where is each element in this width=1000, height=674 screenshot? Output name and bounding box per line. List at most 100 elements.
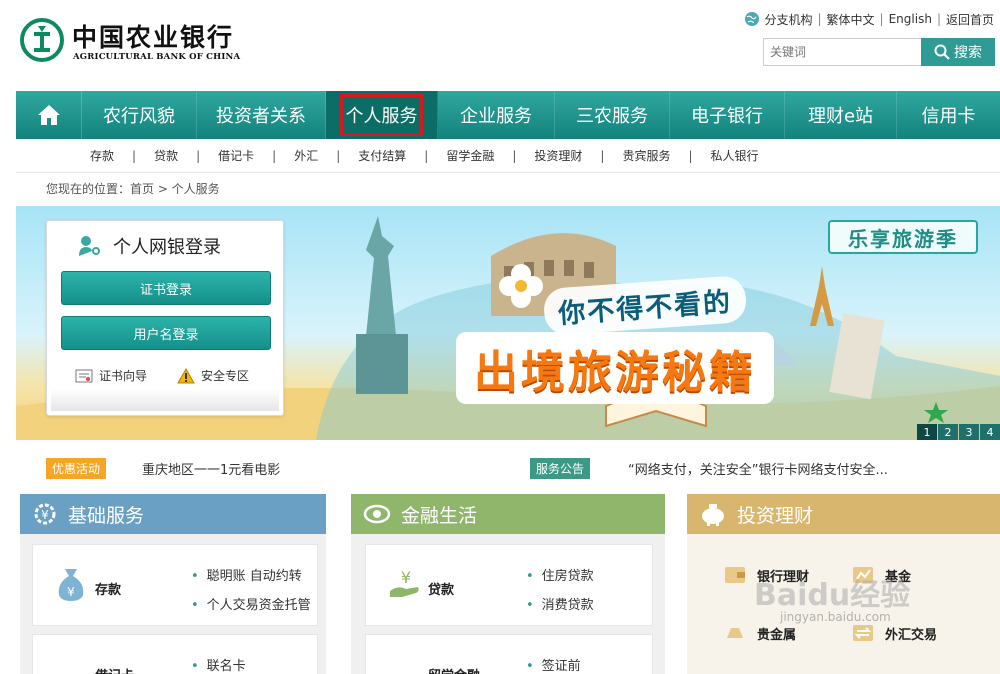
branch-link[interactable]: 分支机构 xyxy=(764,11,812,28)
divider: | xyxy=(272,148,277,163)
subnav-item-vip[interactable]: 贵宾服务 xyxy=(622,147,670,164)
notice-bar: 优惠活动 重庆地区一一1元看电影 服务公告 “网络支付，关注安全”银行卡网络支付… xyxy=(16,452,1000,482)
nav-item-ebank[interactable]: 电子银行 xyxy=(670,91,785,139)
divider: | xyxy=(132,148,137,163)
globe-icon xyxy=(745,12,760,26)
home-icon xyxy=(37,105,60,125)
divider: | xyxy=(196,148,201,163)
deposit-links: 聪明账 自动约转 个人交易资金托管 xyxy=(191,565,311,623)
debit-card-links: 联名卡 xyxy=(191,655,246,674)
nav-item-investor[interactable]: 投资者关系 xyxy=(197,91,326,139)
gold-bar-icon xyxy=(727,628,743,638)
investment-title: 投资理财 xyxy=(737,504,814,527)
divider: | xyxy=(336,148,341,163)
search-icon xyxy=(934,44,950,60)
username-login-button[interactable]: 用户名登录 xyxy=(61,316,271,350)
header: 中国农业银行 AGRICULTURAL BANK OF CHINA 分支机构 |… xyxy=(0,0,1000,90)
subnav-item-private[interactable]: 私人银行 xyxy=(711,147,759,164)
nav-label: 农行风貌 xyxy=(103,106,175,127)
fund-custody-link[interactable]: 个人交易资金托管 xyxy=(191,594,311,613)
nav-item-personal[interactable]: 个人服务 xyxy=(326,91,438,139)
logo-chinese-name: 中国农业银行 xyxy=(72,23,235,52)
loan-label[interactable]: 贷款 xyxy=(428,579,454,598)
nav-home[interactable] xyxy=(16,91,82,139)
pre-visa-link[interactable]: 签证前 xyxy=(526,655,581,674)
announcement-link[interactable]: “网络支付，关注安全”银行卡网络支付安全... xyxy=(628,459,888,478)
promotion-link[interactable]: 重庆地区一一1元看电影 xyxy=(142,459,280,478)
login-footer xyxy=(51,389,279,411)
nav-label: 企业服务 xyxy=(460,106,532,127)
search-input[interactable] xyxy=(763,38,923,66)
abc-logo[interactable]: 中国农业银行 AGRICULTURAL BANK OF CHINA xyxy=(20,16,280,66)
divider: | xyxy=(688,148,693,163)
traditional-chinese-link[interactable]: 繁体中文 xyxy=(827,11,875,28)
promotion-badge: 优惠活动 xyxy=(46,458,107,479)
basic-services-body: ¥ 存款 聪明账 自动约转 个人交易资金托管 借记卡 联名卡 xyxy=(20,534,326,674)
nav-item-about[interactable]: 农行风貌 xyxy=(82,91,197,139)
pager-dot-4[interactable]: 4 xyxy=(980,424,1000,440)
study-abroad-label[interactable]: 留学金融 xyxy=(428,665,480,674)
money-bag-icon: ¥ xyxy=(58,569,84,601)
pager-dot-1[interactable]: 1 xyxy=(917,424,937,440)
top-links: 分支机构 | 繁体中文 | English | 返回首页 xyxy=(744,10,994,28)
home-link[interactable]: 返回首页 xyxy=(946,11,994,28)
debit-card-card: 借记卡 联名卡 xyxy=(32,634,318,674)
pager-dot-2[interactable]: 2 xyxy=(938,424,958,440)
financial-life-body: ¥ 贷款 住房贷款 消费贷款 留学金融 签证前 xyxy=(351,534,665,674)
subnav-item-debit-card[interactable]: 借记卡 xyxy=(218,147,254,164)
nav-label: 理财e站 xyxy=(807,106,874,127)
svg-text:¥: ¥ xyxy=(67,585,75,599)
handshake-icon xyxy=(363,504,391,524)
exchange-icon xyxy=(853,625,873,641)
divider: | xyxy=(424,148,429,163)
subnav-item-deposit[interactable]: 存款 xyxy=(90,147,114,164)
divider: | xyxy=(936,12,941,26)
deposit-card: ¥ 存款 聪明账 自动约转 个人交易资金托管 xyxy=(32,544,318,626)
smart-account-link[interactable]: 聪明账 自动约转 xyxy=(191,565,311,584)
abc-logo-icon xyxy=(20,18,64,62)
breadcrumb: 您现在的位置：首页 > 个人服务 xyxy=(46,182,220,196)
nav-item-credit-card[interactable]: 信用卡 xyxy=(897,91,1000,139)
pager-dot-3[interactable]: 3 xyxy=(959,424,979,440)
baidu-watermark-url: jingyan.baidu.com xyxy=(780,610,891,624)
login-links: 证书向导 安全专区 xyxy=(75,367,279,384)
divider: | xyxy=(817,12,822,26)
debit-card-label[interactable]: 借记卡 xyxy=(95,665,134,674)
search-button[interactable]: 搜索 xyxy=(921,38,995,66)
security-zone-link[interactable]: 安全专区 xyxy=(177,367,249,384)
nav-label: 投资者关系 xyxy=(216,106,306,127)
sub-nav: 存款 | 贷款 | 借记卡 | 外汇 | 支付结算 | 留学金融 | 投资理财 | 贵宾服务 |… xyxy=(16,139,1000,173)
nav-item-corporate[interactable]: 企业服务 xyxy=(438,91,555,139)
subnav-item-study-abroad[interactable]: 留学金融 xyxy=(446,147,494,164)
subnav-item-payment[interactable]: 支付结算 xyxy=(358,147,406,164)
forex-trading-item[interactable]: 外汇交易 xyxy=(851,622,937,644)
investment-header: 投资理财 xyxy=(687,494,1000,534)
divider: | xyxy=(879,12,884,26)
precious-metal-item[interactable]: 贵金属 xyxy=(723,622,796,644)
housing-loan-link[interactable]: 住房贷款 xyxy=(526,565,594,584)
nav-label: 信用卡 xyxy=(921,106,976,127)
co-brand-card-link[interactable]: 联名卡 xyxy=(191,655,246,674)
subnav-item-investment[interactable]: 投资理财 xyxy=(534,147,582,164)
banner-title: 出境旅游秘籍 xyxy=(456,332,774,404)
nav-item-wealth[interactable]: 理财e站 xyxy=(785,91,897,139)
user-key-icon xyxy=(79,236,100,256)
financial-life-header: 金融生活 xyxy=(351,494,665,534)
consumer-loan-link[interactable]: 消费贷款 xyxy=(526,594,594,613)
search-button-label: 搜索 xyxy=(954,45,982,61)
svg-text:¥: ¥ xyxy=(401,568,411,587)
announcement-badge: 服务公告 xyxy=(530,458,591,479)
deposit-label[interactable]: 存款 xyxy=(95,579,121,598)
subnav-item-loan[interactable]: 贷款 xyxy=(154,147,178,164)
divider: | xyxy=(600,148,605,163)
english-link[interactable]: English xyxy=(889,12,932,26)
cert-login-button[interactable]: 证书登录 xyxy=(61,271,271,305)
basic-services-header: ¥ 基础服务 xyxy=(20,494,326,534)
loan-card: ¥ 贷款 住房贷款 消费贷款 xyxy=(365,544,653,626)
nav-item-rural[interactable]: 三农服务 xyxy=(555,91,670,139)
subnav-item-forex[interactable]: 外汇 xyxy=(294,147,318,164)
cert-guide-link[interactable]: 证书向导 xyxy=(75,367,147,384)
divider: | xyxy=(512,148,517,163)
study-abroad-links: 签证前 xyxy=(526,655,581,674)
banner-pager: 1 2 3 4 xyxy=(916,424,1000,440)
